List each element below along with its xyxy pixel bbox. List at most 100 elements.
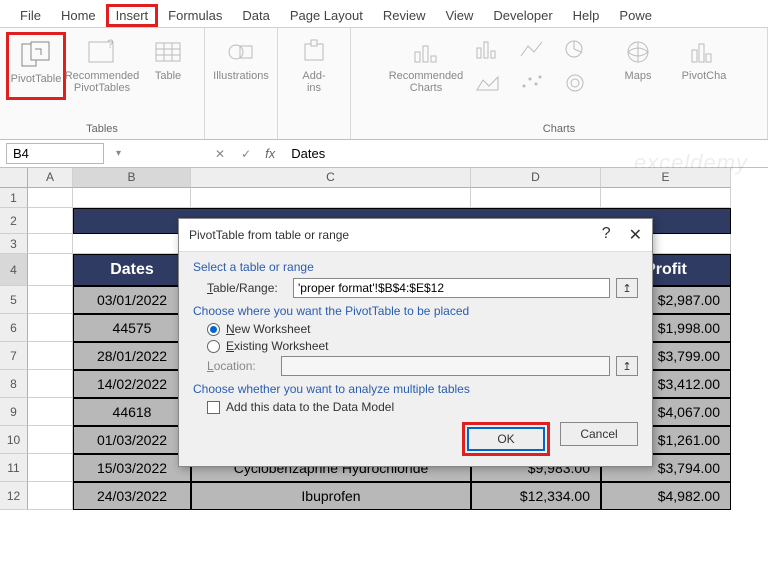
- row-header-12[interactable]: 12: [0, 482, 28, 510]
- ribbon-group-charts: Recommended Charts Maps PivotCha Charts: [351, 28, 768, 139]
- addins-icon: [297, 36, 331, 68]
- group-label-tables: Tables: [86, 121, 118, 137]
- section-placement: Choose where you want the PivotTable to …: [193, 304, 638, 318]
- cell-e12[interactable]: $4,982.00: [601, 482, 731, 510]
- formula-input[interactable]: [285, 144, 762, 163]
- line-chart-icon[interactable]: [518, 38, 558, 68]
- row-header-9[interactable]: 9: [0, 398, 28, 426]
- bar-chart-icon: [409, 36, 443, 68]
- ok-button[interactable]: OK: [467, 427, 545, 451]
- pie-chart-icon[interactable]: [562, 38, 602, 68]
- enter-formula-icon[interactable]: ✓: [237, 147, 255, 161]
- table-button[interactable]: Table: [138, 32, 198, 94]
- menu-pagelayout[interactable]: Page Layout: [280, 4, 373, 27]
- location-label: Location:: [207, 359, 275, 373]
- cell-b5[interactable]: 03/01/2022: [73, 286, 191, 314]
- col-header-d[interactable]: D: [471, 168, 601, 188]
- cell-b11[interactable]: 15/03/2022: [73, 454, 191, 482]
- help-icon[interactable]: ?: [602, 225, 611, 245]
- row-header-2[interactable]: 2: [0, 208, 28, 234]
- cancel-formula-icon[interactable]: ✕: [211, 147, 229, 161]
- recommended-pivot-button[interactable]: ? Recommended PivotTables: [72, 32, 132, 94]
- col-header-a[interactable]: A: [28, 168, 73, 188]
- table-range-label: Table/Range:: [207, 281, 287, 295]
- group-label-charts: Charts: [543, 121, 575, 137]
- recommended-charts-button[interactable]: Recommended Charts: [384, 32, 468, 94]
- ribbon-group-tables: PivotTable ? Recommended PivotTables Tab…: [0, 28, 205, 139]
- namebox-dropdown-icon[interactable]: ▾: [112, 148, 125, 159]
- maps-button[interactable]: Maps: [608, 32, 668, 94]
- row-header-10[interactable]: 10: [0, 426, 28, 454]
- close-icon[interactable]: ✕: [629, 225, 642, 245]
- row-header-1[interactable]: 1: [0, 188, 28, 208]
- svg-text:?: ?: [107, 38, 114, 51]
- row-header-7[interactable]: 7: [0, 342, 28, 370]
- menu-help[interactable]: Help: [563, 4, 610, 27]
- menu-review[interactable]: Review: [373, 4, 436, 27]
- pivottable-button[interactable]: PivotTable: [6, 32, 66, 100]
- radio-new-worksheet[interactable]: [207, 323, 220, 336]
- cell-b7[interactable]: 28/01/2022: [73, 342, 191, 370]
- cell-c12[interactable]: Ibuprofen: [191, 482, 471, 510]
- header-dates[interactable]: Dates: [73, 254, 191, 286]
- pivotchart-button[interactable]: PivotCha: [674, 32, 734, 94]
- cancel-button[interactable]: Cancel: [560, 422, 638, 446]
- checkbox-data-model[interactable]: [207, 401, 220, 414]
- table-range-input[interactable]: [293, 278, 610, 298]
- column-chart-icon[interactable]: [474, 38, 514, 68]
- location-input: [281, 356, 610, 376]
- menu-data[interactable]: Data: [232, 4, 279, 27]
- menu-bar: File Home Insert Formulas Data Page Layo…: [0, 0, 768, 28]
- row-header-6[interactable]: 6: [0, 314, 28, 342]
- collapse-dialog-icon[interactable]: ↥: [616, 278, 638, 298]
- menu-home[interactable]: Home: [51, 4, 106, 27]
- pivottable-icon: [19, 39, 53, 71]
- globe-icon: [621, 36, 655, 68]
- label-data-model: Add this data to the Data Model: [226, 400, 394, 414]
- cell-b10[interactable]: 01/03/2022: [73, 426, 191, 454]
- row-header-3[interactable]: 3: [0, 234, 28, 254]
- col-header-b[interactable]: B: [73, 168, 191, 188]
- col-header-c[interactable]: C: [191, 168, 471, 188]
- dialog-titlebar[interactable]: PivotTable from table or range ? ✕: [179, 219, 652, 252]
- addins-button[interactable]: Add- ins: [284, 32, 344, 94]
- shapes-icon: [224, 36, 258, 68]
- label-existing-worksheet: Existing Worksheet: [226, 339, 329, 353]
- pivottable-dialog: PivotTable from table or range ? ✕ Selec…: [178, 218, 653, 467]
- menu-formulas[interactable]: Formulas: [158, 4, 232, 27]
- scatter-chart-icon[interactable]: [518, 72, 558, 102]
- row-header-5[interactable]: 5: [0, 286, 28, 314]
- cell-b12[interactable]: 24/03/2022: [73, 482, 191, 510]
- ok-highlight: OK: [462, 422, 550, 456]
- collapse-location-icon[interactable]: ↥: [616, 356, 638, 376]
- illustrations-button[interactable]: Illustrations: [211, 32, 271, 94]
- recommended-pivot-icon: ?: [85, 36, 119, 68]
- ribbon-group-addins: Add- ins: [278, 28, 351, 139]
- radio-existing-worksheet[interactable]: [207, 340, 220, 353]
- area-chart-icon[interactable]: [474, 72, 514, 102]
- chart-gallery: [474, 32, 602, 102]
- menu-power[interactable]: Powe: [609, 4, 662, 27]
- ribbon-group-illustrations: Illustrations: [205, 28, 278, 139]
- menu-developer[interactable]: Developer: [483, 4, 562, 27]
- menu-view[interactable]: View: [435, 4, 483, 27]
- cell-b6[interactable]: 44575: [73, 314, 191, 342]
- ribbon: PivotTable ? Recommended PivotTables Tab…: [0, 28, 768, 140]
- row-header-11[interactable]: 11: [0, 454, 28, 482]
- name-box[interactable]: [6, 143, 104, 164]
- cell-b8[interactable]: 14/02/2022: [73, 370, 191, 398]
- pivotchart-icon: [687, 36, 721, 68]
- col-header-e[interactable]: E: [601, 168, 731, 188]
- cell-b9[interactable]: 44618: [73, 398, 191, 426]
- formula-bar-row: ▾ ✕ ✓ fx: [0, 140, 768, 168]
- menu-insert[interactable]: Insert: [106, 4, 159, 27]
- row-header-4[interactable]: 4: [0, 254, 28, 286]
- label-new-worksheet: New Worksheet: [226, 322, 310, 336]
- fx-icon[interactable]: fx: [263, 146, 277, 161]
- menu-file[interactable]: File: [10, 4, 51, 27]
- select-all-corner[interactable]: [0, 168, 28, 188]
- cell-d12[interactable]: $12,334.00: [471, 482, 601, 510]
- row-header-8[interactable]: 8: [0, 370, 28, 398]
- radar-chart-icon[interactable]: [562, 72, 602, 102]
- section-select-range: Select a table or range: [193, 260, 638, 274]
